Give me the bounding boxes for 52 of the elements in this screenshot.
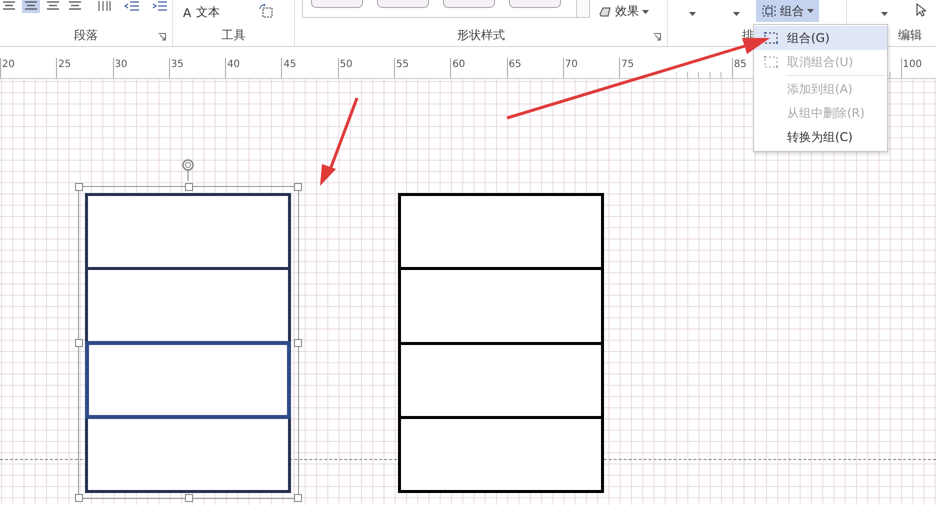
- text-tool-button[interactable]: A 文本: [179, 2, 224, 23]
- align-icon: [2, 1, 16, 11]
- menu-item[interactable]: 转换为组(C): [754, 125, 887, 149]
- group-icon: [761, 4, 777, 18]
- rotation-handle[interactable]: [181, 159, 195, 181]
- resize-handle[interactable]: [75, 183, 83, 191]
- resize-handle[interactable]: [184, 183, 192, 191]
- group-icon: [762, 31, 778, 45]
- ruler-label: 40: [225, 58, 282, 78]
- resize-handle[interactable]: [184, 494, 192, 502]
- rectangle-shape[interactable]: [85, 340, 291, 420]
- dialog-launcher-icon[interactable]: [158, 33, 166, 41]
- align-icon: [46, 1, 60, 11]
- line-spacing-icon[interactable]: [96, 0, 112, 12]
- resize-handle[interactable]: [75, 494, 83, 502]
- ruler-label: 20: [0, 58, 56, 78]
- resize-handle[interactable]: [75, 338, 83, 346]
- resize-handle[interactable]: [294, 494, 302, 502]
- rectangle-shape[interactable]: [85, 193, 291, 270]
- resize-handle[interactable]: [294, 338, 302, 346]
- ruler-label: 55: [394, 58, 450, 78]
- decrease-indent-icon[interactable]: [124, 0, 140, 12]
- caret-icon[interactable]: [881, 12, 888, 16]
- style-swatch[interactable]: [443, 0, 495, 8]
- group-label: 段落: [74, 26, 98, 44]
- rectangle-shape[interactable]: [398, 267, 604, 344]
- caret-icon: [807, 9, 814, 13]
- caret-icon: [642, 10, 649, 14]
- align-icon: [68, 1, 82, 11]
- connection-point-icon[interactable]: [258, 3, 274, 19]
- rectangle-shape[interactable]: [85, 416, 291, 493]
- group-button[interactable]: 组合: [756, 0, 819, 22]
- ruler-label: 100: [900, 58, 936, 78]
- dialog-launcher-icon[interactable]: [653, 33, 661, 41]
- caret-icon[interactable]: [733, 12, 740, 16]
- pointer-icon[interactable]: [916, 3, 926, 17]
- align-icon: [24, 1, 38, 11]
- style-swatch[interactable]: [509, 0, 561, 8]
- group-label: 形状样式: [457, 26, 505, 44]
- effects-icon: [598, 6, 612, 18]
- caret-icon[interactable]: [689, 12, 696, 16]
- resize-handle[interactable]: [294, 183, 302, 191]
- group-label: 工具: [222, 26, 246, 44]
- ruler-label: 70: [562, 58, 620, 78]
- style-swatch[interactable]: [377, 0, 429, 8]
- increase-indent-icon[interactable]: [152, 0, 168, 12]
- group-icon: [762, 55, 778, 69]
- align-button[interactable]: [22, 0, 40, 13]
- group-label: 编辑: [898, 26, 922, 44]
- effects-button[interactable]: 效果: [594, 1, 653, 22]
- menu-item[interactable]: 组合(G): [754, 26, 887, 50]
- style-swatch[interactable]: [311, 0, 363, 8]
